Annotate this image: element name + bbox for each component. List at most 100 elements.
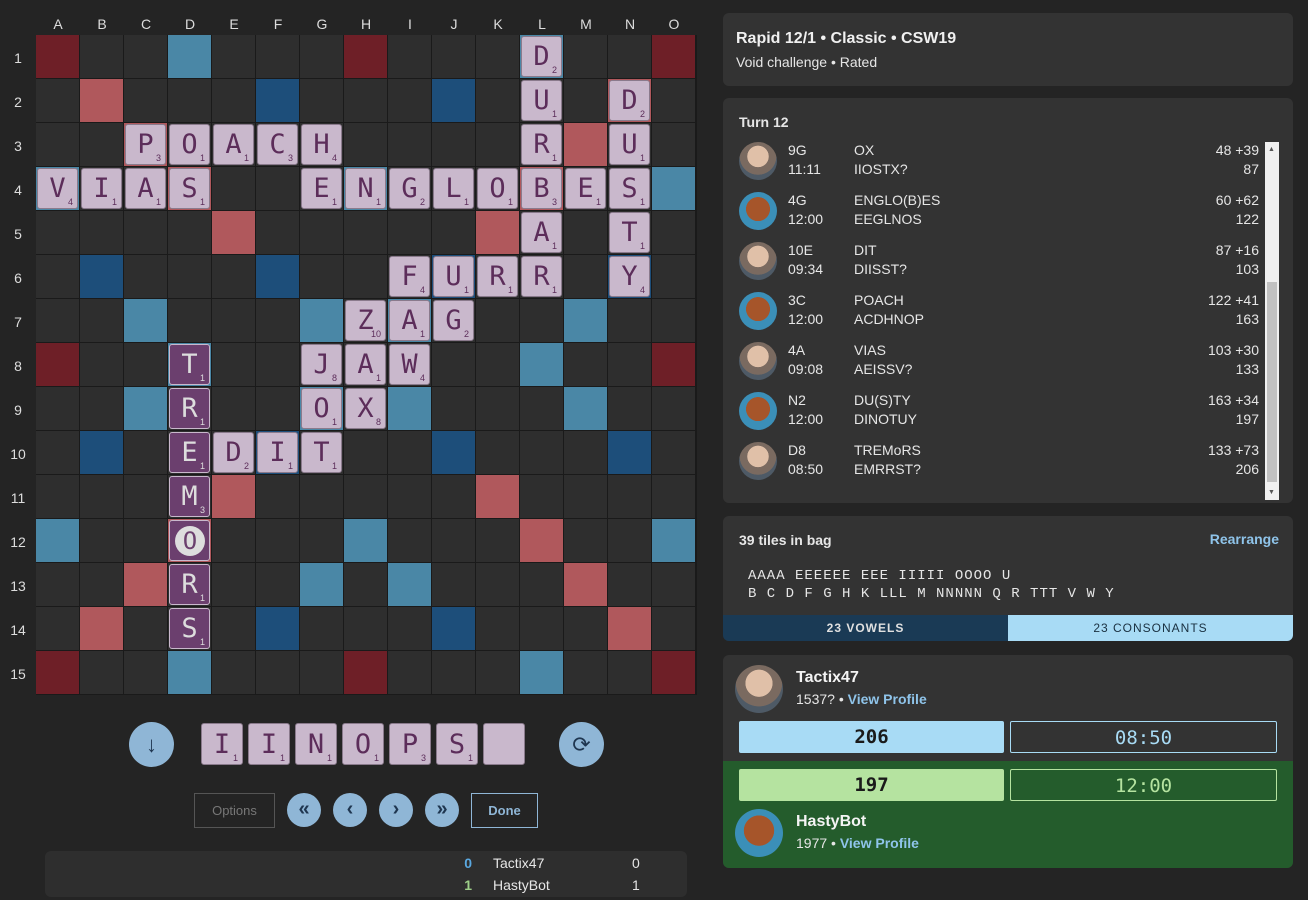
square[interactable] xyxy=(36,255,79,298)
square[interactable] xyxy=(432,123,475,166)
rack-tile[interactable]: I1 xyxy=(201,723,243,765)
square[interactable] xyxy=(652,431,695,474)
square[interactable] xyxy=(124,651,167,694)
square[interactable] xyxy=(476,35,519,78)
square[interactable] xyxy=(520,607,563,650)
square-tl[interactable] xyxy=(432,79,475,122)
square[interactable] xyxy=(36,387,79,430)
square[interactable] xyxy=(80,387,123,430)
square[interactable] xyxy=(36,563,79,606)
square[interactable] xyxy=(652,123,695,166)
square[interactable] xyxy=(256,475,299,518)
square[interactable] xyxy=(256,343,299,386)
square[interactable] xyxy=(344,607,387,650)
square[interactable] xyxy=(564,651,607,694)
square[interactable] xyxy=(388,519,431,562)
square[interactable] xyxy=(212,607,255,650)
square[interactable] xyxy=(256,167,299,210)
square-dw[interactable] xyxy=(80,607,123,650)
square[interactable] xyxy=(608,563,651,606)
square[interactable] xyxy=(564,519,607,562)
turn-row[interactable]: 3C 12:00 POACH ACDHNOP 122 +41 163 xyxy=(739,292,1259,340)
player2-view-profile-link[interactable]: View Profile xyxy=(840,835,919,851)
square[interactable] xyxy=(124,607,167,650)
square[interactable] xyxy=(564,343,607,386)
square[interactable] xyxy=(476,651,519,694)
square[interactable] xyxy=(564,211,607,254)
square[interactable] xyxy=(432,563,475,606)
rack-tile[interactable]: S1 xyxy=(436,723,478,765)
square[interactable] xyxy=(212,563,255,606)
scroll-thumb[interactable] xyxy=(1267,282,1277,482)
square[interactable] xyxy=(520,299,563,342)
square-tl[interactable] xyxy=(256,607,299,650)
square[interactable] xyxy=(652,387,695,430)
square-dl[interactable] xyxy=(300,299,343,342)
avatar-tactix47[interactable] xyxy=(735,665,783,713)
square[interactable] xyxy=(300,255,343,298)
square[interactable] xyxy=(388,35,431,78)
square[interactable] xyxy=(564,607,607,650)
turn-row[interactable]: 4G 12:00 ENGLO(B)ES EEGLNOS 60 +62 122 xyxy=(739,192,1259,240)
square[interactable] xyxy=(300,651,343,694)
square[interactable] xyxy=(36,299,79,342)
turn-row[interactable]: 9G 11:11 OX IIOSTX? 48 +39 87 xyxy=(739,142,1259,190)
square[interactable] xyxy=(168,79,211,122)
square[interactable] xyxy=(476,563,519,606)
square-dw[interactable] xyxy=(564,563,607,606)
square[interactable] xyxy=(80,343,123,386)
square-dw[interactable] xyxy=(564,123,607,166)
square[interactable] xyxy=(520,475,563,518)
square-dl[interactable] xyxy=(564,387,607,430)
square[interactable] xyxy=(476,519,519,562)
square[interactable] xyxy=(124,79,167,122)
square-tl[interactable] xyxy=(80,255,123,298)
square-dw[interactable] xyxy=(476,475,519,518)
square-tl[interactable] xyxy=(608,431,651,474)
square[interactable] xyxy=(80,211,123,254)
square-dl[interactable] xyxy=(652,167,695,210)
square[interactable] xyxy=(652,563,695,606)
square-dl[interactable] xyxy=(520,343,563,386)
square[interactable] xyxy=(344,431,387,474)
square[interactable] xyxy=(476,299,519,342)
turn-row[interactable]: 4A 09:08 VIAS AEISSV? 103 +30 133 xyxy=(739,342,1259,390)
square-tw[interactable] xyxy=(344,35,387,78)
square[interactable] xyxy=(124,475,167,518)
first-turn-button[interactable]: « xyxy=(287,793,321,827)
square[interactable] xyxy=(608,299,651,342)
square-dw[interactable] xyxy=(476,211,519,254)
square-dl[interactable] xyxy=(520,651,563,694)
square-tl[interactable] xyxy=(432,607,475,650)
square[interactable] xyxy=(388,651,431,694)
square[interactable] xyxy=(212,79,255,122)
scroll-up-icon[interactable]: ▲ xyxy=(1268,146,1275,153)
square-tw[interactable] xyxy=(36,343,79,386)
square[interactable] xyxy=(212,255,255,298)
square[interactable] xyxy=(652,255,695,298)
square[interactable] xyxy=(344,475,387,518)
square[interactable] xyxy=(256,35,299,78)
square-tl[interactable] xyxy=(80,431,123,474)
square[interactable] xyxy=(80,299,123,342)
turn-row[interactable]: 10E 09:34 DIT DIISST? 87 +16 103 xyxy=(739,242,1259,290)
square[interactable] xyxy=(608,475,651,518)
square-dl[interactable] xyxy=(300,563,343,606)
square[interactable] xyxy=(124,431,167,474)
square[interactable] xyxy=(212,167,255,210)
recall-tiles-button[interactable]: ↓ xyxy=(129,722,174,767)
square[interactable] xyxy=(256,563,299,606)
square[interactable] xyxy=(168,299,211,342)
square-dw[interactable] xyxy=(212,475,255,518)
square[interactable] xyxy=(652,211,695,254)
last-turn-button[interactable]: » xyxy=(425,793,459,827)
square[interactable] xyxy=(124,519,167,562)
square[interactable] xyxy=(476,607,519,650)
square[interactable] xyxy=(256,211,299,254)
square[interactable] xyxy=(476,123,519,166)
square[interactable] xyxy=(564,35,607,78)
square[interactable] xyxy=(608,519,651,562)
square[interactable] xyxy=(432,387,475,430)
square[interactable] xyxy=(124,343,167,386)
square[interactable] xyxy=(608,387,651,430)
